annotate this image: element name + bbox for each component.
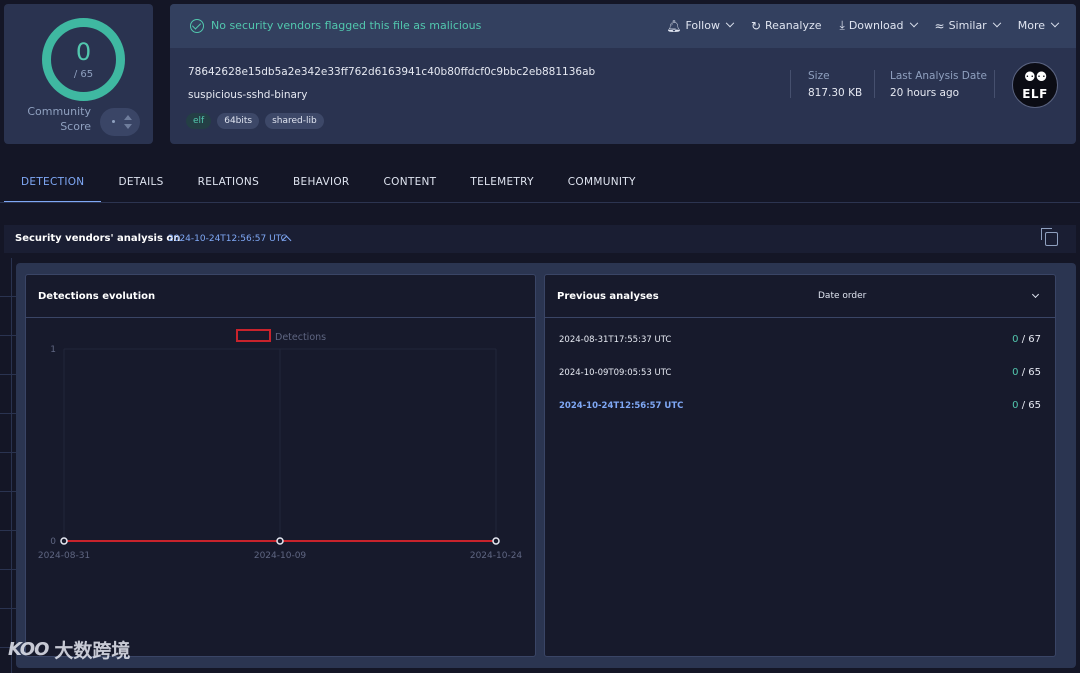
similar-button[interactable]: ≈ Similar bbox=[934, 18, 1001, 33]
y-tick-label: 0 bbox=[50, 537, 56, 547]
tab-telemetry[interactable]: TELEMETRY bbox=[453, 166, 550, 203]
panel-header: Detections evolution bbox=[26, 275, 535, 318]
meta-divider bbox=[790, 70, 791, 98]
last-analysis-label: Last Analysis Date bbox=[890, 70, 987, 82]
x-tick-label: 2024-10-09 bbox=[254, 551, 307, 561]
size-label: Size bbox=[808, 70, 830, 82]
chevron-down-icon[interactable] bbox=[1031, 290, 1040, 299]
community-score-dot bbox=[112, 120, 115, 123]
file-actions: 🔔︎ Follow ↻ Reanalyze ⤓ Download ≈ Simil… bbox=[666, 18, 1060, 33]
file-type-label: ELF bbox=[1022, 87, 1048, 101]
detection-score-ring: 0 / 65 bbox=[42, 18, 125, 101]
analysis-date: 2024-08-31T17:55:37 UTC bbox=[559, 335, 672, 345]
community-score-card: 0 / 65 Community Score bbox=[4, 4, 153, 144]
report-tabs: DETECTION DETAILS RELATIONS BEHAVIOR CON… bbox=[4, 166, 653, 203]
detections-chart: Detections 01 2024-08-31 2024-10-09 2024-1… bbox=[38, 329, 523, 561]
data-point[interactable] bbox=[60, 537, 68, 545]
section-date: 2024-10-24T12:56:57 UTC bbox=[168, 234, 287, 244]
meta-divider bbox=[874, 70, 875, 98]
community-score-label: Community Score bbox=[27, 105, 91, 133]
x-axis-ticks: 2024-08-31 2024-10-09 2024-10-24 bbox=[38, 551, 523, 561]
legend-label[interactable]: Detections bbox=[275, 332, 326, 343]
tab-content[interactable]: CONTENT bbox=[367, 166, 454, 203]
analysis-row[interactable]: 2024-10-09T09:05:53 UTC 0 / 65 bbox=[545, 355, 1055, 388]
download-icon: ⤓ bbox=[839, 18, 845, 32]
y-tick-label: 1 bbox=[50, 345, 56, 355]
file-summary-card: No security vendors flagged this file as… bbox=[170, 4, 1076, 144]
similar-icon: ≈ bbox=[934, 18, 945, 33]
tab-relations[interactable]: RELATIONS bbox=[181, 166, 276, 203]
panel-title: Detections evolution bbox=[38, 291, 156, 302]
tabs-divider bbox=[0, 202, 1080, 203]
tag-elf[interactable]: elf bbox=[186, 113, 212, 129]
panel-header: Previous analyses Date order bbox=[545, 275, 1055, 318]
vote-down-icon[interactable] bbox=[124, 124, 132, 129]
chevron-down-icon bbox=[909, 18, 918, 27]
detections-evolution-panel: Detections evolution Detections 01 2024-… bbox=[25, 274, 536, 657]
analysis-row[interactable]: 2024-08-31T17:55:37 UTC 0 / 67 bbox=[545, 322, 1055, 355]
chevron-down-icon bbox=[725, 18, 735, 27]
check-circle-icon bbox=[190, 19, 204, 33]
file-type-badge: ⚉⚉ ELF bbox=[1012, 62, 1058, 108]
chart-legend[interactable]: Detections bbox=[236, 329, 326, 343]
download-button[interactable]: ⤓ Download bbox=[839, 18, 918, 33]
bell-icon: 🔔︎ bbox=[666, 18, 682, 33]
data-point[interactable] bbox=[492, 537, 500, 545]
section-title: Security vendors' analysis on bbox=[15, 233, 181, 244]
watermark-text: 大数跨境 bbox=[54, 640, 131, 662]
x-tick-label: 2024-08-31 bbox=[38, 551, 90, 561]
last-analysis-value: 20 hours ago bbox=[890, 87, 960, 99]
detection-count: 0 bbox=[75, 38, 92, 66]
size-value: 817.30 KB bbox=[808, 87, 863, 99]
vendors-analysis-header[interactable]: Security vendors' analysis on 2024-10-24… bbox=[4, 225, 1076, 253]
tab-community[interactable]: COMMUNITY bbox=[551, 166, 653, 203]
file-name: suspicious-sshd-binary bbox=[188, 89, 308, 101]
analysis-score: 0 / 67 bbox=[1012, 334, 1041, 345]
refresh-icon: ↻ bbox=[750, 18, 762, 33]
analysis-score: 0 / 65 bbox=[1012, 400, 1041, 411]
status-banner: No security vendors flagged this file as… bbox=[170, 4, 1076, 48]
community-vote-widget[interactable] bbox=[100, 108, 140, 136]
file-hash[interactable]: 78642628e15db5a2e342e33ff762d6163941c40b… bbox=[188, 66, 595, 78]
background-lines bbox=[0, 258, 16, 673]
analysis-score: 0 / 65 bbox=[1012, 367, 1041, 378]
analysis-date: 2024-10-24T12:56:57 UTC bbox=[559, 401, 684, 411]
legend-swatch[interactable] bbox=[236, 329, 271, 342]
analysis-row-current[interactable]: 2024-10-24T12:56:57 UTC 0 / 65 bbox=[545, 388, 1055, 421]
tab-details[interactable]: DETAILS bbox=[101, 166, 180, 203]
reanalyze-button[interactable]: ↻ Reanalyze bbox=[751, 18, 822, 33]
watermark-logo: KOO bbox=[8, 639, 49, 660]
chart-grid bbox=[63, 348, 497, 541]
more-button[interactable]: More bbox=[1018, 18, 1060, 33]
x-tick-label: 2024-10-24 bbox=[470, 551, 523, 561]
file-tags: elf 64bits shared-lib bbox=[186, 113, 324, 129]
tag-shared-lib[interactable]: shared-lib bbox=[265, 113, 324, 129]
analysis-date: 2024-10-09T09:05:53 UTC bbox=[559, 368, 672, 378]
chart-series bbox=[60, 537, 500, 545]
panel-title: Previous analyses bbox=[557, 291, 659, 302]
y-axis-ticks: 01 bbox=[50, 345, 56, 547]
sort-select[interactable]: Date order bbox=[818, 291, 866, 301]
tab-detection[interactable]: DETECTION bbox=[4, 166, 102, 203]
watermark: KOO 大数跨境 bbox=[8, 636, 130, 663]
previous-analyses-panel: Previous analyses Date order 2024-08-31T… bbox=[544, 274, 1056, 657]
detection-total: / 65 bbox=[73, 69, 94, 80]
follow-button[interactable]: 🔔︎ Follow bbox=[666, 18, 735, 33]
tab-behavior[interactable]: BEHAVIOR bbox=[276, 166, 366, 203]
chevron-down-icon bbox=[992, 18, 1001, 27]
copy-icon[interactable] bbox=[1041, 228, 1058, 246]
chevron-down-icon bbox=[1050, 18, 1060, 27]
vote-up-icon[interactable] bbox=[124, 115, 132, 120]
status-message: No security vendors flagged this file as… bbox=[211, 19, 482, 32]
linux-penguin-icon: ⚉⚉ bbox=[1024, 70, 1048, 85]
analysis-content: Detections evolution Detections 01 2024-… bbox=[16, 263, 1076, 668]
tag-64bits[interactable]: 64bits bbox=[217, 113, 260, 129]
meta-divider bbox=[994, 70, 995, 98]
data-point[interactable] bbox=[276, 537, 284, 545]
